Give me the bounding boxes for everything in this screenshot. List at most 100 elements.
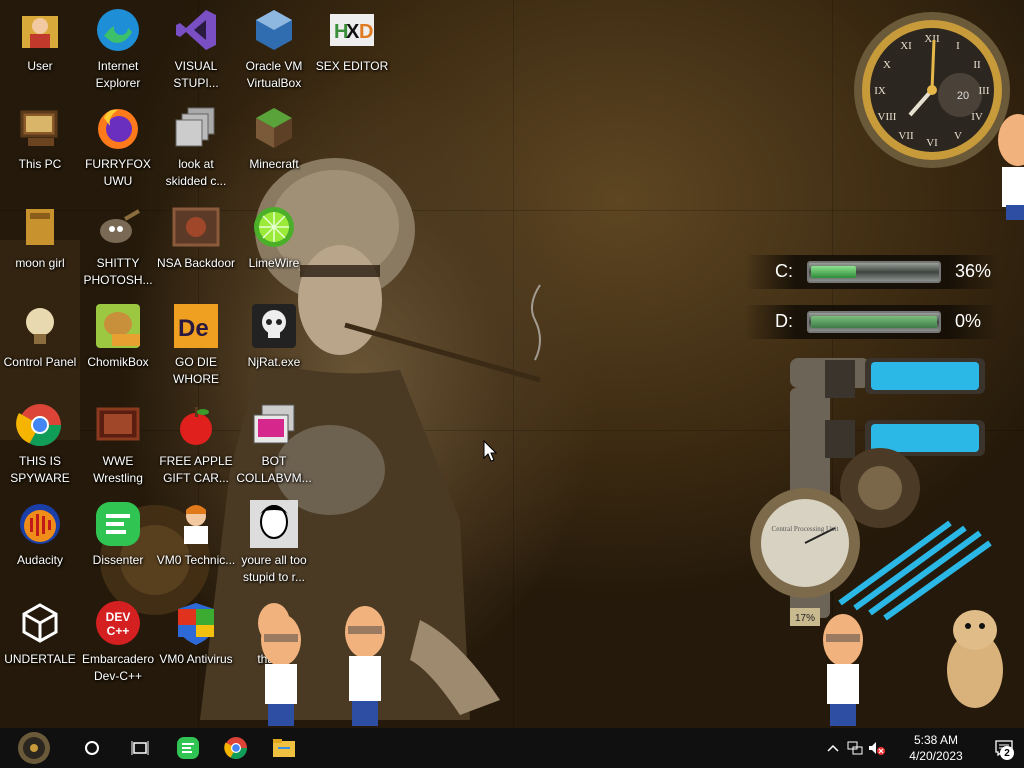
svg-text:Central Processing Unit: Central Processing Unit <box>772 525 839 533</box>
desktop-icon[interactable]: H X D SEX EDITOR <box>312 0 392 96</box>
desktop-icon[interactable]: look at skidded c... <box>156 98 236 194</box>
clock-numeral: I <box>956 40 960 52</box>
desktop-icon[interactable]: NSA Backdoor <box>156 197 236 293</box>
desktop-icon-label: Internet Explorer <box>95 59 141 90</box>
limewire-icon <box>250 203 298 251</box>
hxd-icon: HXD <box>328 6 376 54</box>
desktop-icon[interactable]: UNDERTALE <box>0 593 80 689</box>
chomikbox-icon <box>94 302 142 350</box>
svg-text:20: 20 <box>957 90 969 102</box>
desktop-icon[interactable]: De GO DIE WHORE <box>156 296 236 392</box>
clock-numeral: III <box>979 85 990 97</box>
desktop-icon-label: NSA Backdoor <box>156 256 236 270</box>
notification-count-badge: 2 <box>1000 746 1014 760</box>
desktop-icon[interactable]: User <box>0 0 80 96</box>
hamster-pet[interactable] <box>940 600 1010 710</box>
hank-character[interactable] <box>256 612 306 726</box>
dissenter-icon <box>94 500 142 548</box>
desktop-icon-label: Oracle VM VirtualBox <box>245 59 303 90</box>
folder-icon <box>16 203 64 251</box>
dissenter-icon <box>177 737 199 759</box>
godie-icon: De <box>172 302 220 350</box>
desktop-icon[interactable]: moon girl <box>0 197 80 293</box>
desktop-icon[interactable]: BOT COLLABVM... <box>234 395 314 491</box>
desktop-icon-label: youre all too stupid to r... <box>241 553 307 584</box>
chrome-icon <box>16 401 64 449</box>
desktop-icon[interactable]: THIS IS SPYWARE <box>0 395 80 491</box>
start-button[interactable] <box>0 728 68 768</box>
desktop-icon[interactable]: Control Panel <box>0 296 80 392</box>
taskbar-dissenter[interactable] <box>164 728 212 768</box>
desktop-icon[interactable]: Oracle VM VirtualBox <box>234 0 314 96</box>
this-pc-icon <box>16 104 64 152</box>
desktop-icon-label: FURRYFOX UWU <box>85 157 151 188</box>
desktop-icon[interactable]: Minecraft <box>234 98 314 194</box>
hank-character[interactable] <box>990 105 1024 220</box>
cortana-button[interactable] <box>68 728 116 768</box>
desktop-icon[interactable]: LimeWire <box>234 197 314 293</box>
hank-character[interactable] <box>818 612 868 726</box>
edge-icon <box>94 6 142 54</box>
svg-text:X: X <box>346 21 360 43</box>
desktop[interactable]: User Internet Explorer VISUAL STUPI... Orac… <box>0 0 1024 728</box>
desktop-icon[interactable]: youre all too stupid to r... <box>234 494 314 590</box>
clock-numeral: VII <box>898 130 914 142</box>
user-folder-icon <box>16 6 64 54</box>
task-view-button[interactable] <box>116 728 164 768</box>
network-button[interactable] <box>844 728 866 768</box>
nsa-icon <box>172 203 220 251</box>
audacity-icon <box>16 500 64 548</box>
disk-meter: C: 36% <box>745 255 1000 289</box>
desktop-icon[interactable]: VISUAL STUPI... <box>156 0 236 96</box>
desktop-icon-label: VM0 Technic... <box>156 553 236 567</box>
desktop-icon[interactable]: Audacity <box>0 494 80 590</box>
desktop-icon[interactable]: FREE APPLE GIFT CAR... <box>156 395 236 491</box>
taskbar-file-explorer[interactable] <box>260 728 308 768</box>
technician-icon <box>172 500 220 548</box>
firefox-icon <box>94 104 142 152</box>
action-center-button[interactable]: 2 <box>984 728 1024 768</box>
volume-muted-icon <box>869 742 885 755</box>
desktop-icon-label: Control Panel <box>3 355 77 369</box>
svg-text:C++: C++ <box>107 624 130 638</box>
hank-character[interactable] <box>340 604 390 726</box>
chrome-icon <box>224 737 247 759</box>
desktop-icon-label: FREE APPLE GIFT CAR... <box>159 454 233 485</box>
mouse-cursor-icon <box>483 440 497 462</box>
clock-numeral: VI <box>926 137 938 149</box>
desktop-icon[interactable]: WWE Wrestling <box>78 395 158 491</box>
clock-gadget[interactable]: XIIIIIIIIIVVVIVIIVIIIIXXXI 20 <box>850 5 1010 170</box>
visual-studio-icon <box>172 6 220 54</box>
desktop-icon[interactable]: VM0 Technic... <box>156 494 236 590</box>
desktop-icon[interactable]: VM0 Antivirus <box>156 593 236 689</box>
desktop-icon-label: Audacity <box>16 553 64 567</box>
desktop-icon[interactable]: ChomikBox <box>78 296 158 392</box>
steampunk-start-icon <box>18 732 50 764</box>
taskbar-chrome[interactable] <box>212 728 260 768</box>
portrait-icon <box>250 500 298 548</box>
disk-bar-fill <box>811 266 856 278</box>
volume-button[interactable] <box>866 728 888 768</box>
svg-text:17%: 17% <box>795 613 815 624</box>
disk-percent: 0% <box>955 311 982 331</box>
desktop-icon[interactable]: FURRYFOX UWU <box>78 98 158 194</box>
svg-text:DEV: DEV <box>106 610 131 624</box>
desktop-icon-label: GO DIE WHORE <box>173 355 219 386</box>
minecraft-icon <box>250 104 298 152</box>
desktop-icon[interactable]: DEV C++ Embarcadero Dev-C++ <box>78 593 158 689</box>
svg-text:D: D <box>359 21 373 43</box>
desktop-icon[interactable]: This PC <box>0 98 80 194</box>
taskbar-clock[interactable]: 5:38 AM 4/20/2023 <box>896 732 976 764</box>
desktop-icon-label: THIS IS SPYWARE <box>10 454 70 485</box>
desktop-icon[interactable]: Dissenter <box>78 494 158 590</box>
clock-time: 5:38 AM <box>913 733 959 747</box>
desktop-icon[interactable]: SHITTY PHOTOSH... <box>78 197 158 293</box>
file-explorer-icon <box>273 739 295 757</box>
desktop-icon[interactable]: NjRat.exe <box>234 296 314 392</box>
clock-numeral: IX <box>874 85 886 97</box>
system-tray: 5:38 AM 4/20/2023 2 <box>822 728 1024 768</box>
desktop-icon[interactable]: Internet Explorer <box>78 0 158 96</box>
desktop-icon-label: moon girl <box>15 256 65 270</box>
clock-numeral: XI <box>900 40 912 52</box>
show-hidden-icons-button[interactable] <box>822 728 844 768</box>
